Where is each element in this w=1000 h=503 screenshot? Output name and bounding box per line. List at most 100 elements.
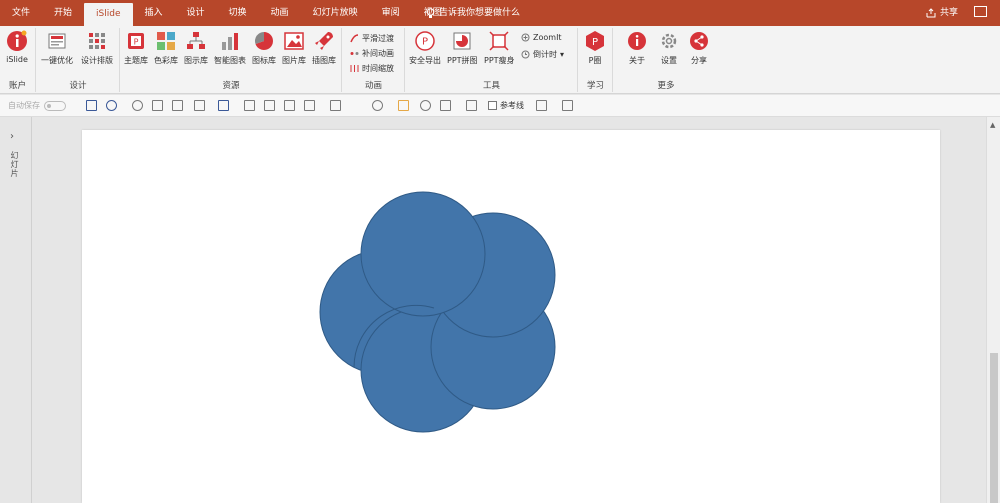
distribute-icon[interactable] [330,100,341,111]
comment-icon[interactable] [974,6,987,17]
diagram-icon [187,32,205,49]
shape-icon[interactable] [218,100,229,111]
islide-label: iSlide [6,55,28,64]
ungroup-icon[interactable] [264,100,275,111]
tween-animation-label: 补间动画 [362,49,394,58]
autosave-switch[interactable] [44,100,66,111]
lightbulb-icon [426,7,435,18]
merge-shapes-icon[interactable] [440,100,451,111]
optimize-icon [48,33,66,49]
crop-icon[interactable] [172,100,183,111]
save-icon[interactable] [86,100,97,111]
grid-icon[interactable] [354,100,365,111]
contrast-icon[interactable] [420,100,431,111]
picture-frame-icon[interactable] [466,100,477,111]
reference-line-label: 参考线 [500,101,524,110]
layout-grid-icon [89,33,105,49]
design-layout-button[interactable]: 设计排版 [81,30,113,66]
group-label-design: 设计 [69,81,87,91]
tween-animation-button[interactable]: 补间动画 [350,48,394,59]
thumbnail-pane: › 幻灯片 [0,117,32,503]
reference-line-checkbox[interactable]: 参考线 [488,100,524,111]
collage-icon [453,32,471,50]
circle-shape-top[interactable] [360,191,486,317]
group-label-resources: 资源 [222,81,240,91]
countdown-button[interactable]: 倒计时 ▾ [521,49,564,60]
tab-slideshow[interactable]: 幻灯片放映 [301,0,370,26]
shape-fill-icon[interactable] [372,100,383,111]
undo-icon[interactable] [106,100,117,111]
customize-toolbar-icon[interactable] [584,100,595,111]
tween-icon [350,52,359,55]
smooth-transition-button[interactable]: 平滑过渡 [350,33,394,44]
group-label-more: 更多 [657,81,675,91]
slide-layout-icon[interactable] [194,100,205,111]
svg-text:P: P [422,37,428,48]
tab-home[interactable]: 开始 [42,0,84,26]
theme-lib-button[interactable]: P 主题库 [124,30,148,66]
group-tools: P 安全导出 PPT拼图 PPT瘦身 ZoomIt 倒计时 ▾ 工具 [406,28,578,92]
tab-islide[interactable]: iSlide [84,3,133,26]
reference-line-box[interactable] [488,101,497,110]
settings-button[interactable]: 设置 [658,30,680,66]
export-icon: P [415,31,435,51]
icon-lib-button[interactable]: 图标库 [252,30,276,66]
tab-animations[interactable]: 动画 [259,0,301,26]
about-button[interactable]: 关于 [626,30,648,66]
format-painter-icon[interactable] [152,100,163,111]
thumbnail-pane-label: 幻灯片 [10,151,19,178]
share-ribbon-button[interactable]: 分享 [688,30,710,66]
diagram-lib-button[interactable]: 图示库 [184,30,208,66]
tell-me-text: 告诉我你想要做什么 [439,8,521,18]
expand-pane-icon[interactable]: › [10,131,14,142]
align-icon[interactable] [284,100,295,111]
tell-me-search[interactable]: 告诉我你想要做什么 [426,0,520,26]
tab-transitions[interactable]: 切换 [217,0,259,26]
color-lib-button[interactable]: 色彩库 [154,30,178,66]
countdown-dropdown-icon[interactable]: ▾ [560,50,564,59]
rocket-icon [315,32,333,50]
image-lib-button[interactable]: 图片库 [282,30,306,66]
quick-access-toolbar: 自动保存 参考线 [0,95,1000,117]
image-lib-label: 图片库 [282,56,306,65]
table-icon[interactable] [304,100,315,111]
text-direction-icon[interactable] [536,100,547,111]
scrollbar-thumb[interactable] [990,353,998,503]
vertical-scrollbar[interactable]: ▲ [986,117,1000,503]
ppt-collage-button[interactable]: PPT拼图 [447,30,478,66]
tab-insert[interactable]: 插入 [133,0,175,26]
scroll-up-icon[interactable]: ▲ [990,121,995,129]
safe-export-button[interactable]: P 安全导出 [409,30,441,66]
time-scale-button[interactable]: 时间缩放 [350,63,394,74]
redo-icon[interactable] [132,100,143,111]
flower-shape-group[interactable] [82,130,940,503]
bucket-icon[interactable] [398,100,409,111]
group-animation: 平滑过渡 补间动画 时间缩放 动画 [343,28,405,92]
gear-icon [661,33,677,49]
ppt-slim-label: PPT瘦身 [484,56,515,65]
countdown-label: 倒计时 [533,50,557,59]
slide[interactable] [82,130,940,503]
svg-text:P: P [134,38,139,47]
tab-review[interactable]: 审阅 [370,0,412,26]
p-circle-button[interactable]: P P圈 [584,30,606,66]
share-button[interactable]: 共享 [926,0,958,26]
smooth-transition-label: 平滑过渡 [362,34,394,43]
group-icon[interactable] [244,100,255,111]
illustration-lib-button[interactable]: 插图库 [312,30,336,66]
islide-logo-icon [7,30,27,51]
share-icon [926,8,936,18]
svg-text:P: P [592,37,598,48]
one-click-optimize-button[interactable]: 一键优化 [41,30,73,66]
autosave-toggle[interactable]: 自动保存 [8,100,66,111]
autosave-label: 自动保存 [8,101,40,110]
tab-file[interactable]: 文件 [0,0,42,26]
islide-button[interactable]: iSlide [6,30,28,64]
smart-chart-button[interactable]: 智能图表 [214,30,246,66]
tab-design[interactable]: 设计 [175,0,217,26]
zoomit-button[interactable]: ZoomIt [521,33,562,42]
ppt-slim-button[interactable]: PPT瘦身 [484,30,515,66]
share-label: 共享 [940,8,959,18]
image-icon [284,32,304,50]
spacing-icon[interactable] [562,100,573,111]
